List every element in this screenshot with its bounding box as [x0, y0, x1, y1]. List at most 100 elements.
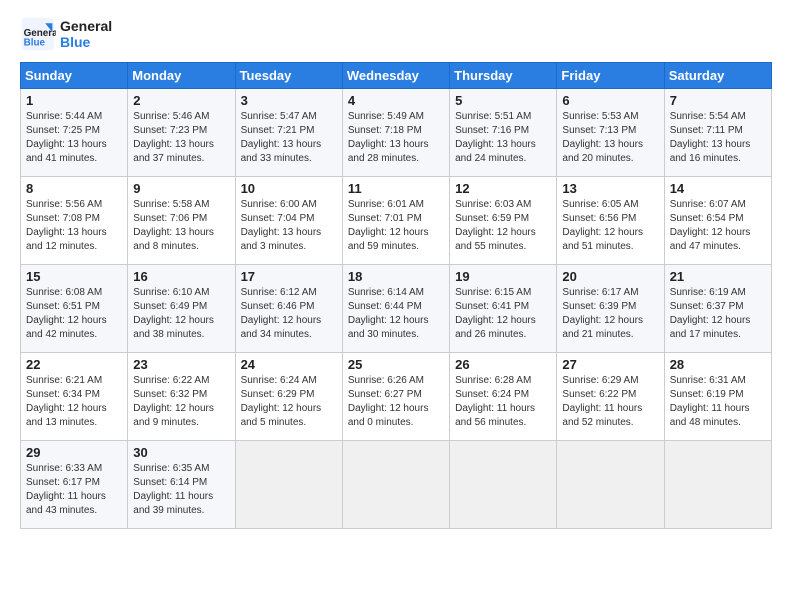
calendar-cell [557, 441, 664, 529]
day-info: Sunrise: 6:31 AM Sunset: 6:19 PM Dayligh… [670, 374, 766, 430]
calendar-cell: 28Sunrise: 6:31 AM Sunset: 6:19 PM Dayli… [664, 353, 771, 441]
page: General Blue General Blue SundayMondayTu… [0, 0, 792, 539]
day-number: 23 [133, 357, 229, 372]
calendar-cell: 20 Sunrise: 6:17 AM Sunset: 6:39 PM Dayli… [557, 265, 664, 353]
day-number: 5 [455, 93, 551, 108]
day-number: 18 [348, 269, 444, 284]
day-info: Sunrise: 6:21 AM Sunset: 6:34 PM Dayligh… [26, 374, 122, 430]
day-info: Sunrise: 6:03 AM Sunset: 6:59 PM Dayligh… [455, 198, 551, 254]
day-number: 1 [26, 93, 122, 108]
calendar-cell: 26 Sunrise: 6:28 AM Sunset: 6:24 PM Dayli… [450, 353, 557, 441]
calendar-header-row: SundayMondayTuesdayWednesdayThursdayFrid… [21, 63, 772, 89]
logo-icon: General Blue [20, 16, 56, 52]
calendar-cell: 7Sunrise: 5:54 AM Sunset: 7:11 PM Daylig… [664, 89, 771, 177]
day-info: Sunrise: 6:12 AM Sunset: 6:46 PM Dayligh… [241, 286, 337, 342]
day-info: Sunrise: 5:46 AM Sunset: 7:23 PM Dayligh… [133, 110, 229, 166]
day-info: Sunrise: 5:49 AM Sunset: 7:18 PM Dayligh… [348, 110, 444, 166]
calendar-cell: 12 Sunrise: 6:03 AM Sunset: 6:59 PM Dayli… [450, 177, 557, 265]
day-number: 7 [670, 93, 766, 108]
day-info: Sunrise: 6:22 AM Sunset: 6:32 PM Dayligh… [133, 374, 229, 430]
calendar-cell: 6 Sunrise: 5:53 AM Sunset: 7:13 PM Daylig… [557, 89, 664, 177]
day-number: 26 [455, 357, 551, 372]
calendar-cell: 19 Sunrise: 6:15 AM Sunset: 6:41 PM Dayli… [450, 265, 557, 353]
day-number: 4 [348, 93, 444, 108]
svg-text:Blue: Blue [24, 38, 46, 49]
day-info: Sunrise: 6:35 AM Sunset: 6:14 PM Dayligh… [133, 462, 229, 518]
day-number: 14 [670, 181, 766, 196]
calendar-cell [664, 441, 771, 529]
day-number: 13 [562, 181, 658, 196]
logo: General Blue General Blue [20, 16, 112, 52]
logo-text-line2: Blue [60, 34, 112, 50]
day-number: 3 [241, 93, 337, 108]
calendar-cell: 17Sunrise: 6:12 AM Sunset: 6:46 PM Dayli… [235, 265, 342, 353]
day-info: Sunrise: 6:28 AM Sunset: 6:24 PM Dayligh… [455, 374, 551, 430]
day-number: 10 [241, 181, 337, 196]
calendar-cell [342, 441, 449, 529]
calendar-cell: 13 Sunrise: 6:05 AM Sunset: 6:56 PM Dayli… [557, 177, 664, 265]
day-info: Sunrise: 5:58 AM Sunset: 7:06 PM Dayligh… [133, 198, 229, 254]
calendar-cell: 15Sunrise: 6:08 AM Sunset: 6:51 PM Dayli… [21, 265, 128, 353]
day-info: Sunrise: 6:05 AM Sunset: 6:56 PM Dayligh… [562, 198, 658, 254]
column-header-monday: Monday [128, 63, 235, 89]
calendar-cell: 21 Sunrise: 6:19 AM Sunset: 6:37 PM Dayli… [664, 265, 771, 353]
calendar-cell: 22 Sunrise: 6:21 AM Sunset: 6:34 PM Dayli… [21, 353, 128, 441]
column-header-wednesday: Wednesday [342, 63, 449, 89]
calendar-cell: 30 Sunrise: 6:35 AM Sunset: 6:14 PM Dayli… [128, 441, 235, 529]
day-number: 9 [133, 181, 229, 196]
day-number: 8 [26, 181, 122, 196]
day-number: 19 [455, 269, 551, 284]
day-info: Sunrise: 5:51 AM Sunset: 7:16 PM Dayligh… [455, 110, 551, 166]
calendar-cell: 4 Sunrise: 5:49 AM Sunset: 7:18 PM Daylig… [342, 89, 449, 177]
calendar-cell: 23 Sunrise: 6:22 AM Sunset: 6:32 PM Dayli… [128, 353, 235, 441]
column-header-tuesday: Tuesday [235, 63, 342, 89]
calendar-cell [235, 441, 342, 529]
day-info: Sunrise: 6:14 AM Sunset: 6:44 PM Dayligh… [348, 286, 444, 342]
calendar-cell: 24 Sunrise: 6:24 AM Sunset: 6:29 PM Dayli… [235, 353, 342, 441]
calendar-cell: 1Sunrise: 5:44 AM Sunset: 7:25 PM Daylig… [21, 89, 128, 177]
header: General Blue General Blue [20, 16, 772, 52]
logo-text-line1: General [60, 18, 112, 34]
calendar-week-row: 8 Sunrise: 5:56 AM Sunset: 7:08 PM Daylig… [21, 177, 772, 265]
calendar-cell: 16Sunrise: 6:10 AM Sunset: 6:49 PM Dayli… [128, 265, 235, 353]
day-number: 30 [133, 445, 229, 460]
calendar-week-row: 1Sunrise: 5:44 AM Sunset: 7:25 PM Daylig… [21, 89, 772, 177]
calendar-week-row: 15Sunrise: 6:08 AM Sunset: 6:51 PM Dayli… [21, 265, 772, 353]
day-number: 27 [562, 357, 658, 372]
day-number: 21 [670, 269, 766, 284]
calendar-cell: 5 Sunrise: 5:51 AM Sunset: 7:16 PM Daylig… [450, 89, 557, 177]
day-info: Sunrise: 5:53 AM Sunset: 7:13 PM Dayligh… [562, 110, 658, 166]
calendar-cell: 29 Sunrise: 6:33 AM Sunset: 6:17 PM Dayli… [21, 441, 128, 529]
day-number: 25 [348, 357, 444, 372]
day-info: Sunrise: 6:19 AM Sunset: 6:37 PM Dayligh… [670, 286, 766, 342]
day-info: Sunrise: 6:24 AM Sunset: 6:29 PM Dayligh… [241, 374, 337, 430]
day-info: Sunrise: 6:07 AM Sunset: 6:54 PM Dayligh… [670, 198, 766, 254]
day-number: 24 [241, 357, 337, 372]
calendar-week-row: 22 Sunrise: 6:21 AM Sunset: 6:34 PM Dayli… [21, 353, 772, 441]
column-header-friday: Friday [557, 63, 664, 89]
day-info: Sunrise: 6:17 AM Sunset: 6:39 PM Dayligh… [562, 286, 658, 342]
calendar-cell: 18 Sunrise: 6:14 AM Sunset: 6:44 PM Dayli… [342, 265, 449, 353]
day-info: Sunrise: 5:56 AM Sunset: 7:08 PM Dayligh… [26, 198, 122, 254]
day-number: 20 [562, 269, 658, 284]
day-info: Sunrise: 6:00 AM Sunset: 7:04 PM Dayligh… [241, 198, 337, 254]
calendar-cell: 14 Sunrise: 6:07 AM Sunset: 6:54 PM Dayli… [664, 177, 771, 265]
calendar-table: SundayMondayTuesdayWednesdayThursdayFrid… [20, 62, 772, 529]
day-info: Sunrise: 6:01 AM Sunset: 7:01 PM Dayligh… [348, 198, 444, 254]
calendar-cell: 10 Sunrise: 6:00 AM Sunset: 7:04 PM Dayli… [235, 177, 342, 265]
day-number: 15 [26, 269, 122, 284]
day-number: 22 [26, 357, 122, 372]
calendar-cell: 8 Sunrise: 5:56 AM Sunset: 7:08 PM Daylig… [21, 177, 128, 265]
day-info: Sunrise: 6:15 AM Sunset: 6:41 PM Dayligh… [455, 286, 551, 342]
calendar-week-row: 29 Sunrise: 6:33 AM Sunset: 6:17 PM Dayli… [21, 441, 772, 529]
day-number: 11 [348, 181, 444, 196]
day-info: Sunrise: 6:26 AM Sunset: 6:27 PM Dayligh… [348, 374, 444, 430]
day-number: 12 [455, 181, 551, 196]
day-number: 29 [26, 445, 122, 460]
day-number: 16 [133, 269, 229, 284]
day-number: 6 [562, 93, 658, 108]
day-info: Sunrise: 6:33 AM Sunset: 6:17 PM Dayligh… [26, 462, 122, 518]
day-info: Sunrise: 6:29 AM Sunset: 6:22 PM Dayligh… [562, 374, 658, 430]
calendar-cell: 11 Sunrise: 6:01 AM Sunset: 7:01 PM Dayli… [342, 177, 449, 265]
column-header-saturday: Saturday [664, 63, 771, 89]
